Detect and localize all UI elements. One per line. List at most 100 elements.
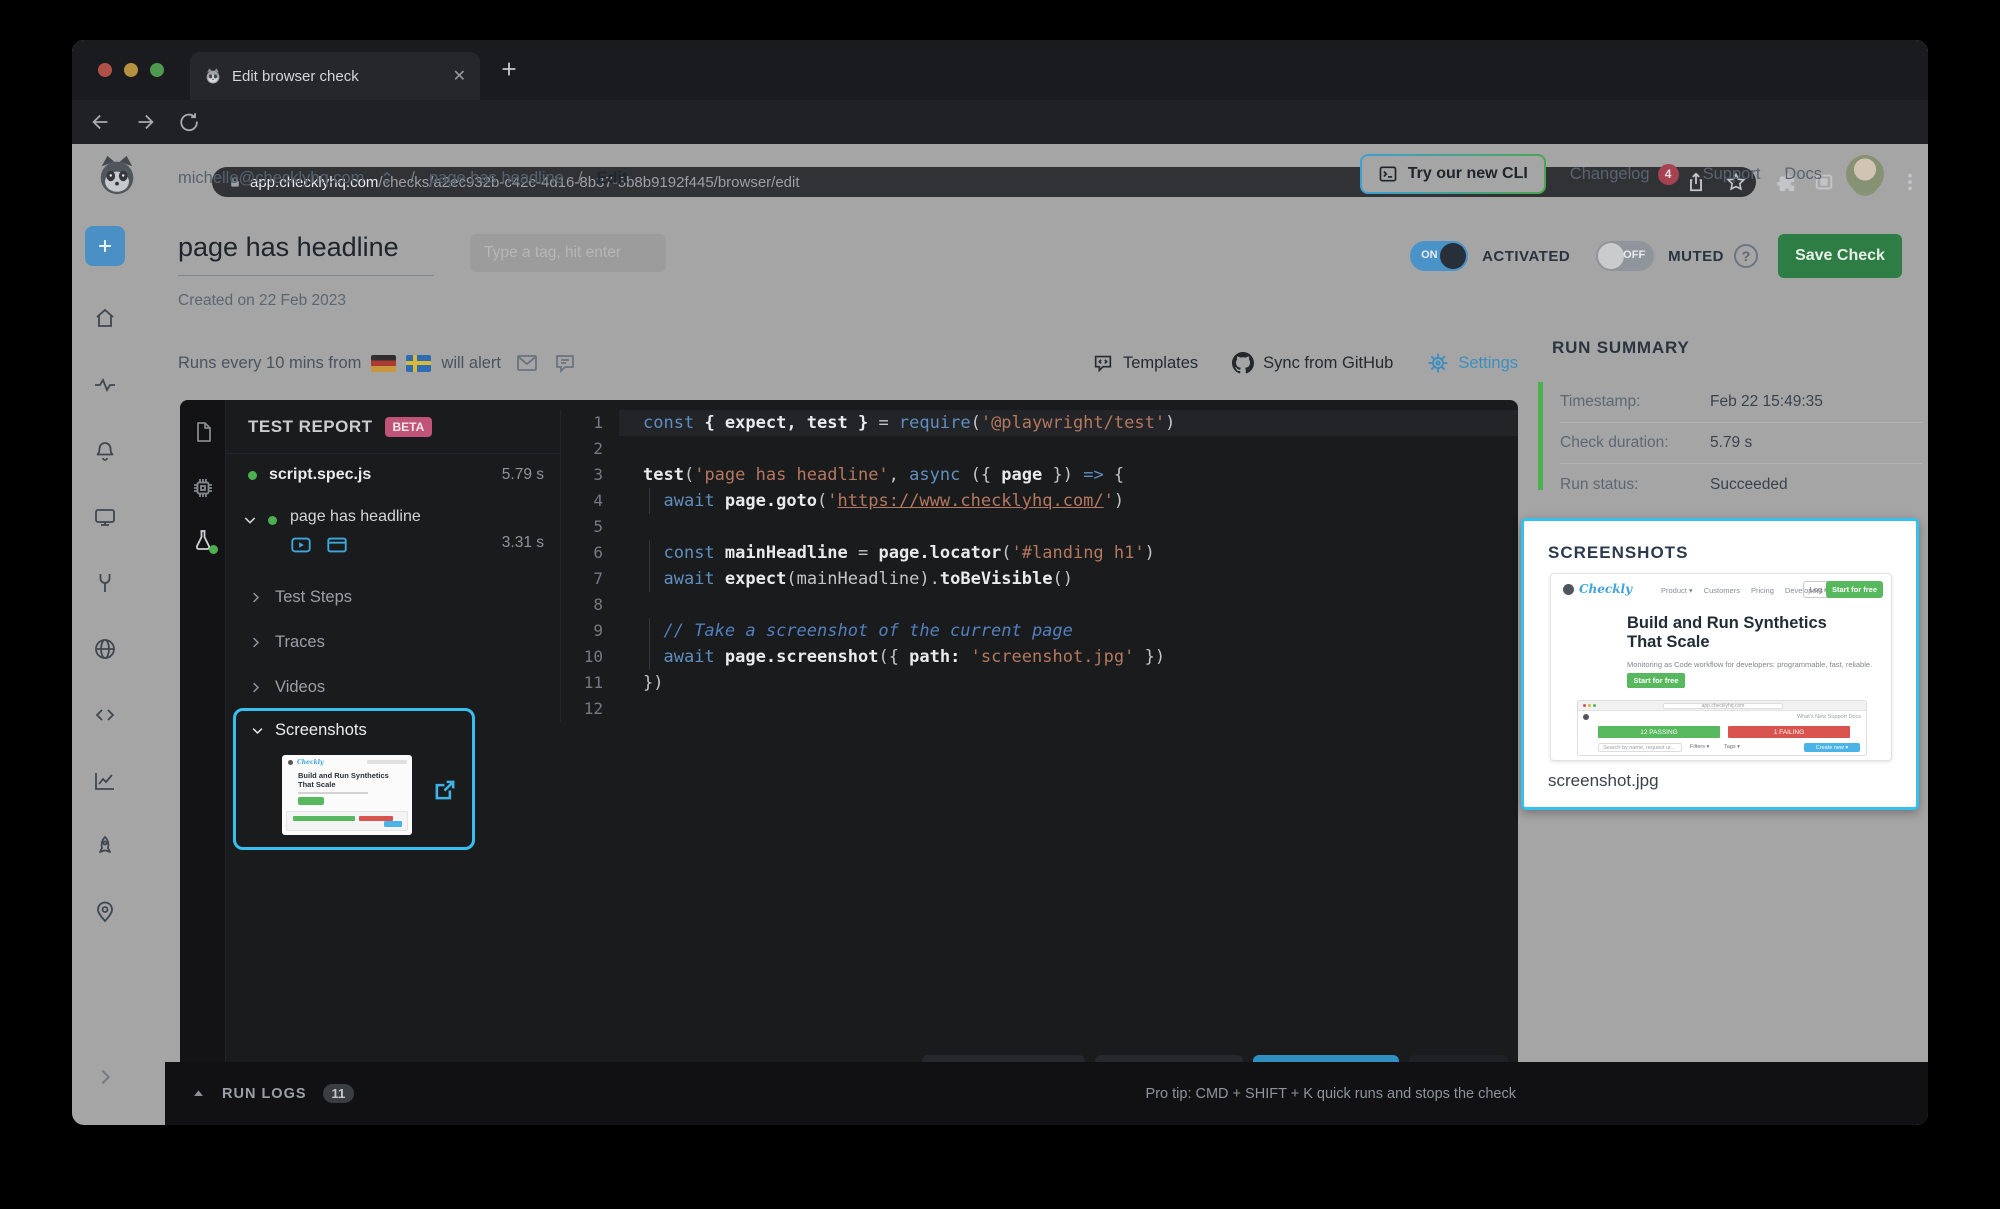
muted-toggle[interactable]: OFF <box>1596 241 1654 271</box>
code-line[interactable]: 4 await page.goto('https://www.checklyhq… <box>561 488 1518 514</box>
code-line[interactable]: 5 <box>561 514 1518 540</box>
run-logs-toggle[interactable]: RUN LOGS 11 <box>191 1062 354 1125</box>
changelog-link[interactable]: Changelog 4 <box>1570 164 1679 185</box>
sidebar-alerts-bell-icon[interactable] <box>93 439 117 463</box>
maximize-window-button[interactable] <box>150 63 164 77</box>
spec-file-row[interactable]: script.spec.js 5.79 s <box>248 466 544 484</box>
line-number: 2 <box>561 436 619 462</box>
account-selector[interactable]: michelle@checklyhq.com <box>178 169 364 188</box>
line-number: 6 <box>561 540 619 566</box>
line-number: 10 <box>561 644 619 670</box>
code-editor[interactable]: 1const { expect, test } = require('@play… <box>560 410 1518 722</box>
browser-tab[interactable]: Edit browser check ✕ <box>190 52 480 100</box>
section-videos[interactable]: Videos <box>248 678 325 697</box>
section-screenshots[interactable]: Screenshots <box>250 721 367 740</box>
sidebar-quickstart-rocket-icon[interactable] <box>93 834 117 858</box>
code-line[interactable]: 12 <box>561 696 1518 722</box>
sidebar-expand-icon[interactable] <box>94 1066 116 1088</box>
user-avatar[interactable] <box>1846 155 1884 193</box>
triangle-up-icon <box>191 1086 206 1101</box>
sweden-flag-icon <box>406 355 431 372</box>
code-line[interactable]: 2 <box>561 436 1518 462</box>
mini-dashboard <box>286 811 408 831</box>
spec-file-name: script.spec.js <box>269 466 490 484</box>
test-report-panel: TEST REPORT BETA script.spec.js 5.79 s p… <box>226 400 560 1048</box>
file-tab-icon[interactable] <box>191 420 215 444</box>
changelog-label: Changelog <box>1570 165 1650 184</box>
screenshots-section-highlighted[interactable]: Screenshots Checkly Build and Run Synthe… <box>233 708 475 850</box>
activated-toggle[interactable]: ON <box>1410 241 1468 271</box>
muted-label: MUTED <box>1668 248 1724 265</box>
test-report-flask-icon[interactable] <box>191 528 215 552</box>
screenshot-preview[interactable]: Checkly Product ▾ Customers Pricing Deve… <box>1550 573 1892 761</box>
save-check-button[interactable]: Save Check <box>1778 234 1902 278</box>
mock-browser-bar: app.checklyhq.com <box>1578 701 1866 711</box>
code-line[interactable]: 10 await page.screenshot({ path: 'screen… <box>561 644 1518 670</box>
section-traces[interactable]: Traces <box>248 633 325 652</box>
try-cli-label: Try our new CLI <box>1408 165 1528 183</box>
docs-link[interactable]: Docs <box>1784 165 1822 184</box>
run-summary-table: Timestamp: Feb 22 15:49:35 Check duratio… <box>1560 382 1922 505</box>
code-line[interactable]: 3test('page has headline', async ({ page… <box>561 462 1518 488</box>
email-alert-icon[interactable] <box>515 351 539 375</box>
browser-menu-icon[interactable] <box>1899 171 1921 193</box>
account-sort-icon[interactable] <box>378 169 396 187</box>
code-line[interactable]: 6 const mainHeadline = page.locator('#la… <box>561 540 1518 566</box>
mini-logo <box>288 760 293 765</box>
chevron-down-icon[interactable] <box>242 512 258 528</box>
editor-tool-rail <box>180 400 226 1102</box>
tag-input[interactable] <box>470 234 666 272</box>
sidebar-dashboards-icon[interactable] <box>93 505 117 529</box>
runtime-chip-icon[interactable] <box>191 476 215 500</box>
reload-icon[interactable] <box>178 111 200 133</box>
back-icon[interactable] <box>90 111 112 133</box>
mock-search-input: Search by name, request ur... <box>1598 743 1682 752</box>
try-cli-button[interactable]: Try our new CLI <box>1360 154 1546 194</box>
test-case-name: page has headline <box>290 508 421 526</box>
checkly-logo[interactable] <box>94 152 140 198</box>
templates-button[interactable]: Templates <box>1092 352 1198 374</box>
sidebar-snippets-icon[interactable] <box>93 703 117 727</box>
chat-alert-icon[interactable] <box>553 351 577 375</box>
terminal-icon <box>1378 164 1398 184</box>
tab-close-icon[interactable]: ✕ <box>453 66 466 86</box>
browser-window-icon[interactable] <box>326 534 348 556</box>
sidebar-activity-icon[interactable] <box>93 373 117 397</box>
beta-badge: BETA <box>385 417 433 437</box>
code-line[interactable]: 1const { expect, test } = require('@play… <box>561 410 1518 436</box>
sidebar-maintenance-icon[interactable] <box>93 571 117 595</box>
screenshot-thumbnail[interactable]: Checkly Build and Run Synthetics That Sc… <box>282 755 412 835</box>
code-line[interactable]: 7 await expect(mainHeadline).toBeVisible… <box>561 566 1518 592</box>
sidebar-locations-pin-icon[interactable] <box>93 900 117 924</box>
check-name-input[interactable]: page has headline <box>178 232 434 276</box>
settings-button[interactable]: Settings <box>1427 352 1518 374</box>
sync-github-button[interactable]: Sync from GitHub <box>1232 352 1393 374</box>
toggle-on-label: ON <box>1421 249 1438 261</box>
minimize-window-button[interactable] <box>124 63 138 77</box>
mock-url: app.checklyhq.com <box>1663 703 1783 709</box>
breadcrumb-check-name[interactable]: page has headline <box>429 169 564 188</box>
new-tab-icon[interactable] <box>498 58 520 80</box>
code-line[interactable]: 9 // Take a screenshot of the current pa… <box>561 618 1518 644</box>
section-test-steps[interactable]: Test Steps <box>248 588 352 607</box>
close-window-button[interactable] <box>98 63 112 77</box>
mock-filters: Filters ▾ <box>1690 744 1709 750</box>
mock-logo <box>1583 714 1589 720</box>
summary-label: Timestamp: <box>1560 393 1710 411</box>
support-link[interactable]: Support <box>1703 165 1761 184</box>
code-line[interactable]: 8 <box>561 592 1518 618</box>
code-text <box>619 696 1518 722</box>
chevron-right-icon <box>248 635 263 650</box>
sidebar-private-locations-icon[interactable] <box>93 637 117 661</box>
test-case-row[interactable]: page has headline 3.31 s <box>242 504 544 568</box>
sidebar-analytics-icon[interactable] <box>93 769 117 793</box>
muted-help-icon[interactable]: ? <box>1734 244 1758 268</box>
code-line[interactable]: 11}) <box>561 670 1518 696</box>
video-play-icon[interactable] <box>290 534 312 556</box>
sidebar-home-icon[interactable] <box>93 306 117 330</box>
forward-icon[interactable] <box>134 111 156 133</box>
run-logs-drawer[interactable]: RUN LOGS 11 Pro tip: CMD + SHIFT + K qui… <box>165 1062 1928 1125</box>
open-screenshot-external-icon[interactable] <box>432 777 458 803</box>
mini-brand: Checkly <box>297 759 324 766</box>
create-new-button[interactable] <box>85 226 125 266</box>
